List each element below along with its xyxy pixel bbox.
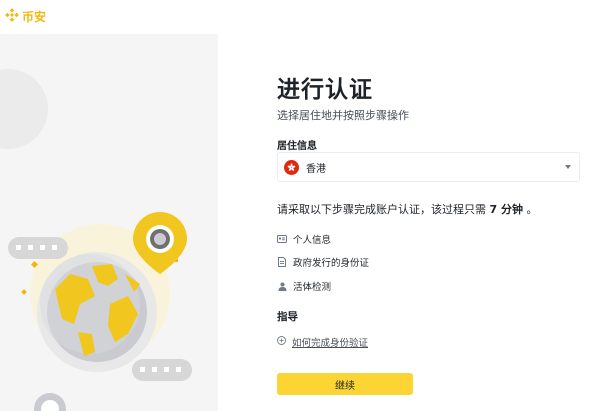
step-label: 个人信息 — [293, 235, 332, 246]
step-label: 活体检测 — [293, 282, 332, 293]
step-personal-info: 个人信息 — [277, 232, 331, 246]
binance-logo[interactable]: 币安 — [5, 7, 46, 26]
page-title: 进行认证 — [277, 77, 373, 103]
globe-illustration — [0, 69, 192, 411]
step-liveness-check: 活体检测 — [277, 279, 331, 293]
illustration-panel — [0, 34, 218, 411]
step-government-id: 政府发行的身份证 — [277, 255, 369, 269]
guide-link-label: 如何完成身份验证 — [292, 338, 369, 349]
instruction-prefix: 请采取以下步骤完成账户认证，该过程只需 — [277, 203, 490, 216]
guide-link[interactable]: 如何完成身份验证 — [277, 335, 368, 349]
step-label: 政府发行的身份证 — [293, 258, 370, 269]
binance-logo-icon — [5, 7, 19, 26]
guide-heading: 指导 — [277, 311, 298, 323]
top-bar: 币安 — [0, 0, 600, 32]
instruction-suffix: 。 — [522, 203, 538, 216]
residence-select[interactable]: 香港 — [277, 152, 580, 182]
residence-selected-value: 香港 — [306, 163, 326, 175]
instruction-duration: 7 分钟 — [489, 203, 523, 216]
person-icon — [277, 281, 287, 291]
plus-circle-icon — [277, 336, 286, 348]
brand-name: 币安 — [22, 9, 47, 24]
page-subtitle: 选择居住地并按照步骤操作 — [277, 109, 409, 122]
continue-button[interactable]: 继续 — [277, 373, 413, 395]
hong-kong-flag-icon — [284, 159, 299, 175]
residence-label: 居住信息 — [277, 141, 317, 152]
chevron-down-icon — [565, 165, 571, 169]
document-icon — [277, 257, 287, 267]
instruction-text: 请采取以下步骤完成账户认证，该过程只需 7 分钟 。 — [277, 201, 537, 217]
id-card-icon — [277, 234, 287, 244]
